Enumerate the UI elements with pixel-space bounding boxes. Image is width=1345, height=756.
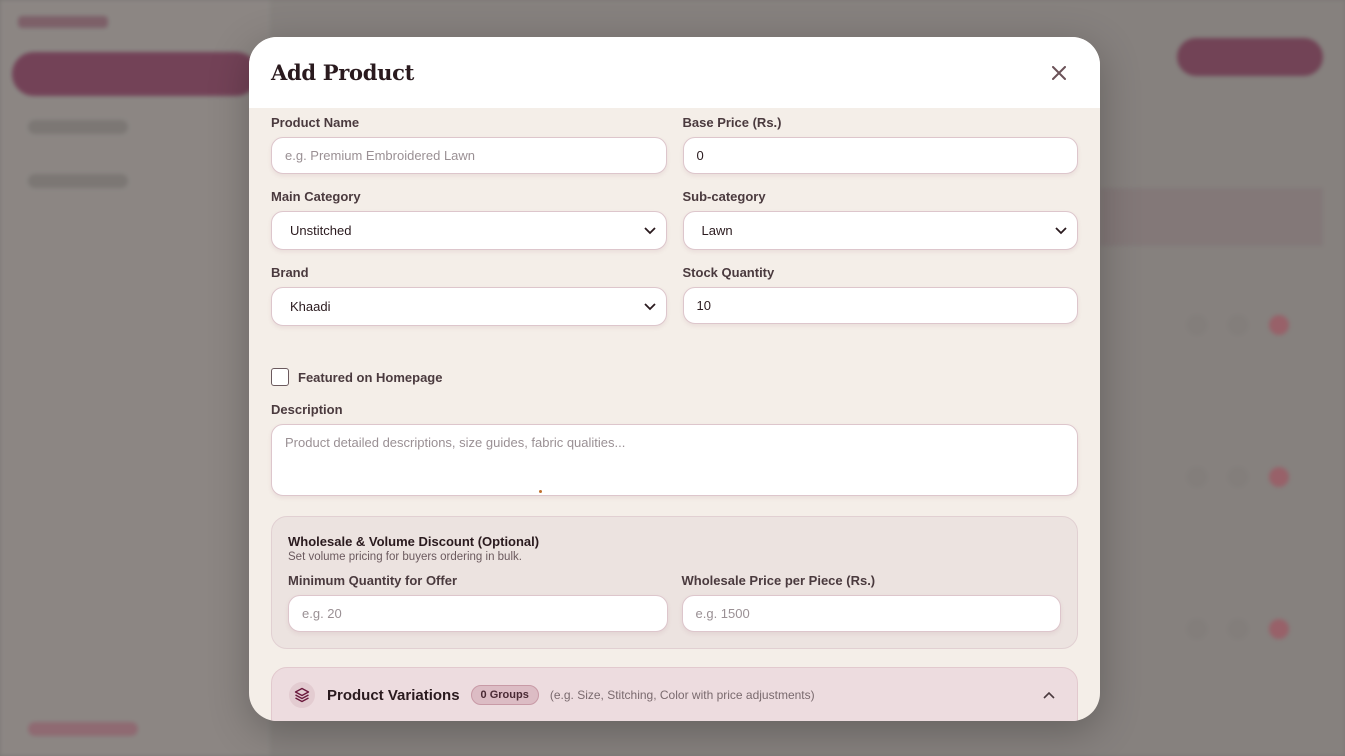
variations-hint: (e.g. Size, Stitching, Color with price … (549, 688, 815, 702)
main-category-select[interactable]: Unstitched (271, 211, 667, 250)
chevron-up-icon (1043, 691, 1055, 699)
product-name-placeholder: e.g. Premium Embroidered Lawn (285, 148, 476, 163)
wholesale-price-label: Wholesale Price per Piece (Rs.) (681, 573, 876, 588)
wholesale-price-input[interactable]: e.g. 1500 (681, 595, 1061, 632)
product-name-label: Product Name (271, 115, 360, 130)
base-price-input[interactable]: 0 (682, 137, 1078, 174)
wholesale-subtitle: Set volume pricing for buyers ordering i… (288, 551, 522, 563)
form-row-2: Main Category Unstitched Sub-category La… (271, 189, 1078, 250)
background-sidebar (0, 0, 270, 756)
brand-select[interactable]: Khaadi (271, 287, 667, 326)
variations-count-badge: 0 Groups (470, 685, 539, 705)
close-icon (1052, 65, 1066, 80)
wholesale-section: Wholesale & Volume Discount (Optional) S… (271, 516, 1078, 649)
modal-title: Add Product (271, 60, 414, 85)
form-row-1: Product Name e.g. Premium Embroidered La… (271, 115, 1078, 174)
form-row-3: Brand Khaadi Stock Quantity 10 (271, 265, 1078, 326)
chevron-down-icon (1055, 226, 1067, 234)
stock-quantity-value: 10 (696, 298, 711, 313)
chevron-down-icon (643, 302, 656, 310)
description-label: Description (271, 402, 343, 417)
featured-label: Featured on Homepage (298, 369, 443, 385)
brand-label: Brand (271, 265, 309, 280)
modal-body: Product Name e.g. Premium Embroidered La… (249, 108, 1100, 721)
wholesale-price-placeholder: e.g. 1500 (695, 606, 750, 621)
base-price-value: 0 (696, 148, 704, 163)
main-category-value: Unstitched (290, 223, 352, 238)
brand-value: Khaadi (290, 299, 331, 314)
product-name-input[interactable]: e.g. Premium Embroidered Lawn (271, 137, 667, 174)
close-button[interactable] (1048, 62, 1070, 84)
min-qty-label: Minimum Quantity for Offer (288, 573, 457, 588)
sub-category-value: Lawn (701, 223, 733, 238)
min-qty-placeholder: e.g. 20 (302, 606, 342, 621)
base-price-label: Base Price (Rs.) (682, 115, 782, 130)
featured-checkbox[interactable] (271, 368, 289, 386)
chevron-down-icon (643, 226, 656, 234)
min-qty-input[interactable]: e.g. 20 (288, 595, 668, 632)
wholesale-title: Wholesale & Volume Discount (Optional) (288, 534, 540, 549)
description-textarea[interactable]: Product detailed descriptions, size guid… (271, 424, 1078, 496)
main-category-label: Main Category (271, 189, 361, 204)
description-field: Description Product detailed description… (271, 402, 1078, 496)
variations-header[interactable]: Product Variations 0 Groups (e.g. Size, … (271, 667, 1078, 721)
sub-category-select[interactable]: Lawn (682, 211, 1078, 250)
stock-quantity-input[interactable]: 10 (682, 287, 1078, 324)
add-product-modal: Add Product Product Name e.g. Premium Em… (249, 37, 1100, 721)
featured-row: Featured on Homepage (271, 368, 1078, 386)
variations-title: Product Variations (327, 686, 460, 704)
sub-category-label: Sub-category (682, 189, 766, 204)
variations-toggle[interactable] (1039, 685, 1059, 705)
stock-quantity-label: Stock Quantity (682, 265, 775, 280)
layers-icon (289, 682, 315, 708)
description-placeholder: Product detailed descriptions, size guid… (285, 435, 626, 450)
modal-header: Add Product (249, 37, 1100, 108)
